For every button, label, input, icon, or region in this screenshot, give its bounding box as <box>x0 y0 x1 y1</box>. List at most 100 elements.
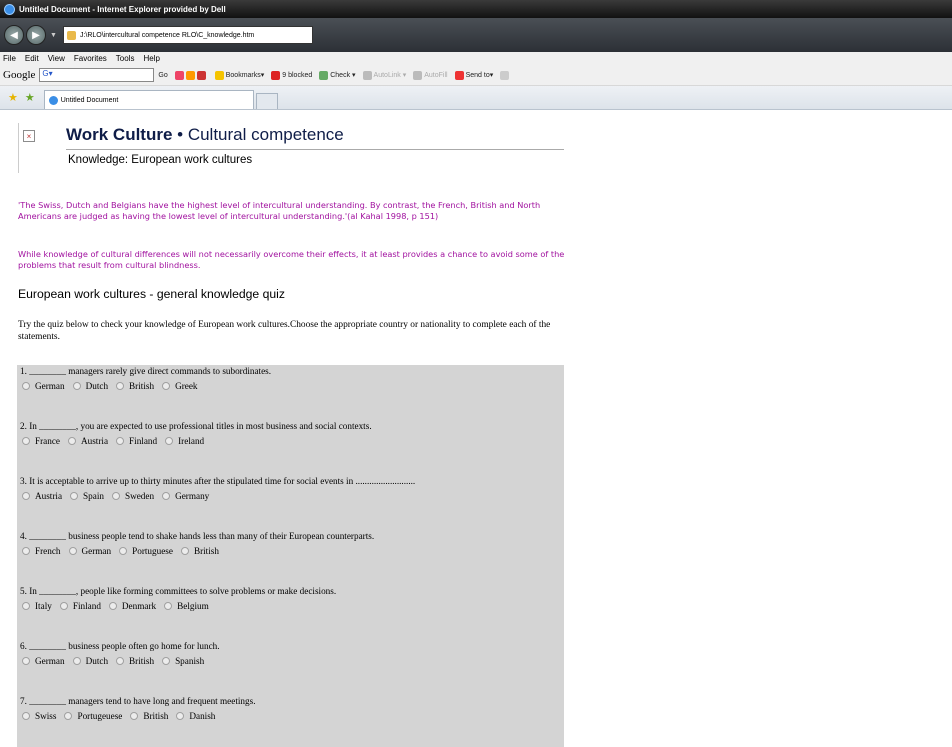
option-british[interactable]: British <box>128 711 168 721</box>
option-danish[interactable]: Danish <box>174 711 215 721</box>
option-dutch[interactable]: Dutch <box>71 381 108 391</box>
option-german[interactable]: German <box>20 656 65 666</box>
option-sweden[interactable]: Sweden <box>110 491 154 501</box>
option-british[interactable]: British <box>114 381 154 391</box>
page-title-separator: • <box>172 125 188 144</box>
option-finland[interactable]: Finland <box>58 601 101 611</box>
new-tab-button[interactable] <box>255 93 278 109</box>
popup-blocker-button[interactable]: 9 blocked <box>271 70 312 80</box>
menu-favorites[interactable]: Favorites <box>74 54 107 63</box>
question-7: 7. ________ managers tend to have long a… <box>20 696 560 721</box>
autofill-icon <box>413 70 423 80</box>
forward-button[interactable]: ▶ <box>26 25 46 45</box>
ie-tab-icon <box>48 95 58 105</box>
option-portugeuese[interactable]: Portugeuese <box>62 711 122 721</box>
option-british[interactable]: British <box>114 656 154 666</box>
radio-button[interactable] <box>176 712 185 720</box>
radio-button[interactable] <box>59 602 68 610</box>
option-swiss[interactable]: Swiss <box>20 711 56 721</box>
menu-tools[interactable]: Tools <box>116 54 135 63</box>
toolbar-tools-icons[interactable] <box>174 70 208 80</box>
address-bar: ◀ ▶ ▼ J:\RLO\intercultural competence RL… <box>0 18 952 52</box>
radio-button[interactable] <box>116 437 125 445</box>
radio-button[interactable] <box>180 547 189 555</box>
radio-button[interactable] <box>119 547 128 555</box>
radio-button[interactable] <box>22 547 30 555</box>
menu-file[interactable]: File <box>3 54 16 63</box>
radio-button[interactable] <box>165 437 174 445</box>
radio-button[interactable] <box>22 657 30 665</box>
radio-button[interactable] <box>162 382 171 390</box>
bookmarks-button[interactable]: Bookmarks▾ <box>214 70 264 80</box>
option-french[interactable]: French <box>20 546 61 556</box>
menu-view[interactable]: View <box>48 54 65 63</box>
option-finland[interactable]: Finland <box>114 436 157 446</box>
tab-untitled-document[interactable]: Untitled Document <box>43 90 254 109</box>
option-austria[interactable]: Austria <box>20 491 62 501</box>
option-belgium[interactable]: Belgium <box>162 601 209 611</box>
autofill-button[interactable]: AutoFill <box>413 70 448 80</box>
favorites-star-icon[interactable]: ★ <box>8 91 18 104</box>
radio-button[interactable] <box>164 602 173 610</box>
radio-button[interactable] <box>70 492 79 500</box>
radio-button[interactable] <box>162 492 171 500</box>
page-title: Work Culture • Cultural competence <box>66 125 344 145</box>
recent-pages-dropdown-icon[interactable]: ▼ <box>50 32 57 39</box>
option-italy[interactable]: Italy <box>20 601 52 611</box>
option-portuguese[interactable]: Portuguese <box>117 546 173 556</box>
option-spanish[interactable]: Spanish <box>160 656 204 666</box>
radio-button[interactable] <box>111 492 120 500</box>
question-3: 3. It is acceptable to arrive up to thir… <box>20 476 560 501</box>
option-ireland[interactable]: Ireland <box>163 436 204 446</box>
option-label: Portuguese <box>132 546 173 556</box>
option-label: Belgium <box>177 601 209 611</box>
radio-button[interactable] <box>116 382 125 390</box>
send-to-button[interactable]: Send to▾ <box>454 70 493 80</box>
radio-button[interactable] <box>68 437 76 445</box>
option-german[interactable]: German <box>20 381 65 391</box>
radio-button[interactable] <box>108 602 117 610</box>
google-search-input[interactable]: G▾ <box>39 68 155 82</box>
question-6: 6. ________ business people often go hom… <box>20 641 560 666</box>
address-input[interactable]: J:\RLO\intercultural competence RLO\C_kn… <box>62 26 313 44</box>
radio-button[interactable] <box>22 437 30 445</box>
option-france[interactable]: France <box>20 436 60 446</box>
menu-help[interactable]: Help <box>143 54 159 63</box>
radio-button[interactable] <box>22 492 30 500</box>
autolink-button[interactable]: AutoLink ▾ <box>362 70 406 80</box>
radio-button[interactable] <box>72 657 81 665</box>
radio-button[interactable] <box>130 712 139 720</box>
option-label: British <box>193 546 219 556</box>
wrench-icon[interactable] <box>500 70 511 80</box>
radio-button[interactable] <box>64 712 73 720</box>
option-dutch[interactable]: Dutch <box>71 656 108 666</box>
radio-button[interactable] <box>22 382 30 390</box>
option-german[interactable]: German <box>67 546 111 556</box>
question-text: 4. ________ business people tend to shak… <box>20 531 375 541</box>
radio-button[interactable] <box>72 382 81 390</box>
spellcheck-button[interactable]: Check ▾ <box>319 70 356 80</box>
option-greek[interactable]: Greek <box>160 381 198 391</box>
option-spain[interactable]: Spain <box>68 491 104 501</box>
question-text: 2. In ________, you are expected to use … <box>20 421 372 431</box>
google-go-button[interactable]: Go <box>158 72 167 79</box>
radio-button[interactable] <box>162 657 171 665</box>
tab-row: ★ ★ Untitled Document <box>0 86 952 110</box>
radio-button[interactable] <box>22 602 30 610</box>
option-british[interactable]: British <box>179 546 219 556</box>
radio-button[interactable] <box>22 712 30 720</box>
option-label: British <box>129 381 155 391</box>
option-label: German <box>35 656 65 666</box>
add-favorites-icon[interactable]: ★ <box>25 91 35 104</box>
highlight-icon <box>196 70 206 80</box>
menu-edit[interactable]: Edit <box>25 54 39 63</box>
option-austria[interactable]: Austria <box>66 436 108 446</box>
option-label: Danish <box>189 711 216 721</box>
option-denmark[interactable]: Denmark <box>107 601 156 611</box>
option-germany[interactable]: Germany <box>160 491 209 501</box>
back-button[interactable]: ◀ <box>4 25 24 45</box>
radio-button[interactable] <box>116 657 125 665</box>
radio-button[interactable] <box>68 547 77 555</box>
option-label: Ireland <box>178 436 205 446</box>
google-logo: Google <box>3 69 36 81</box>
